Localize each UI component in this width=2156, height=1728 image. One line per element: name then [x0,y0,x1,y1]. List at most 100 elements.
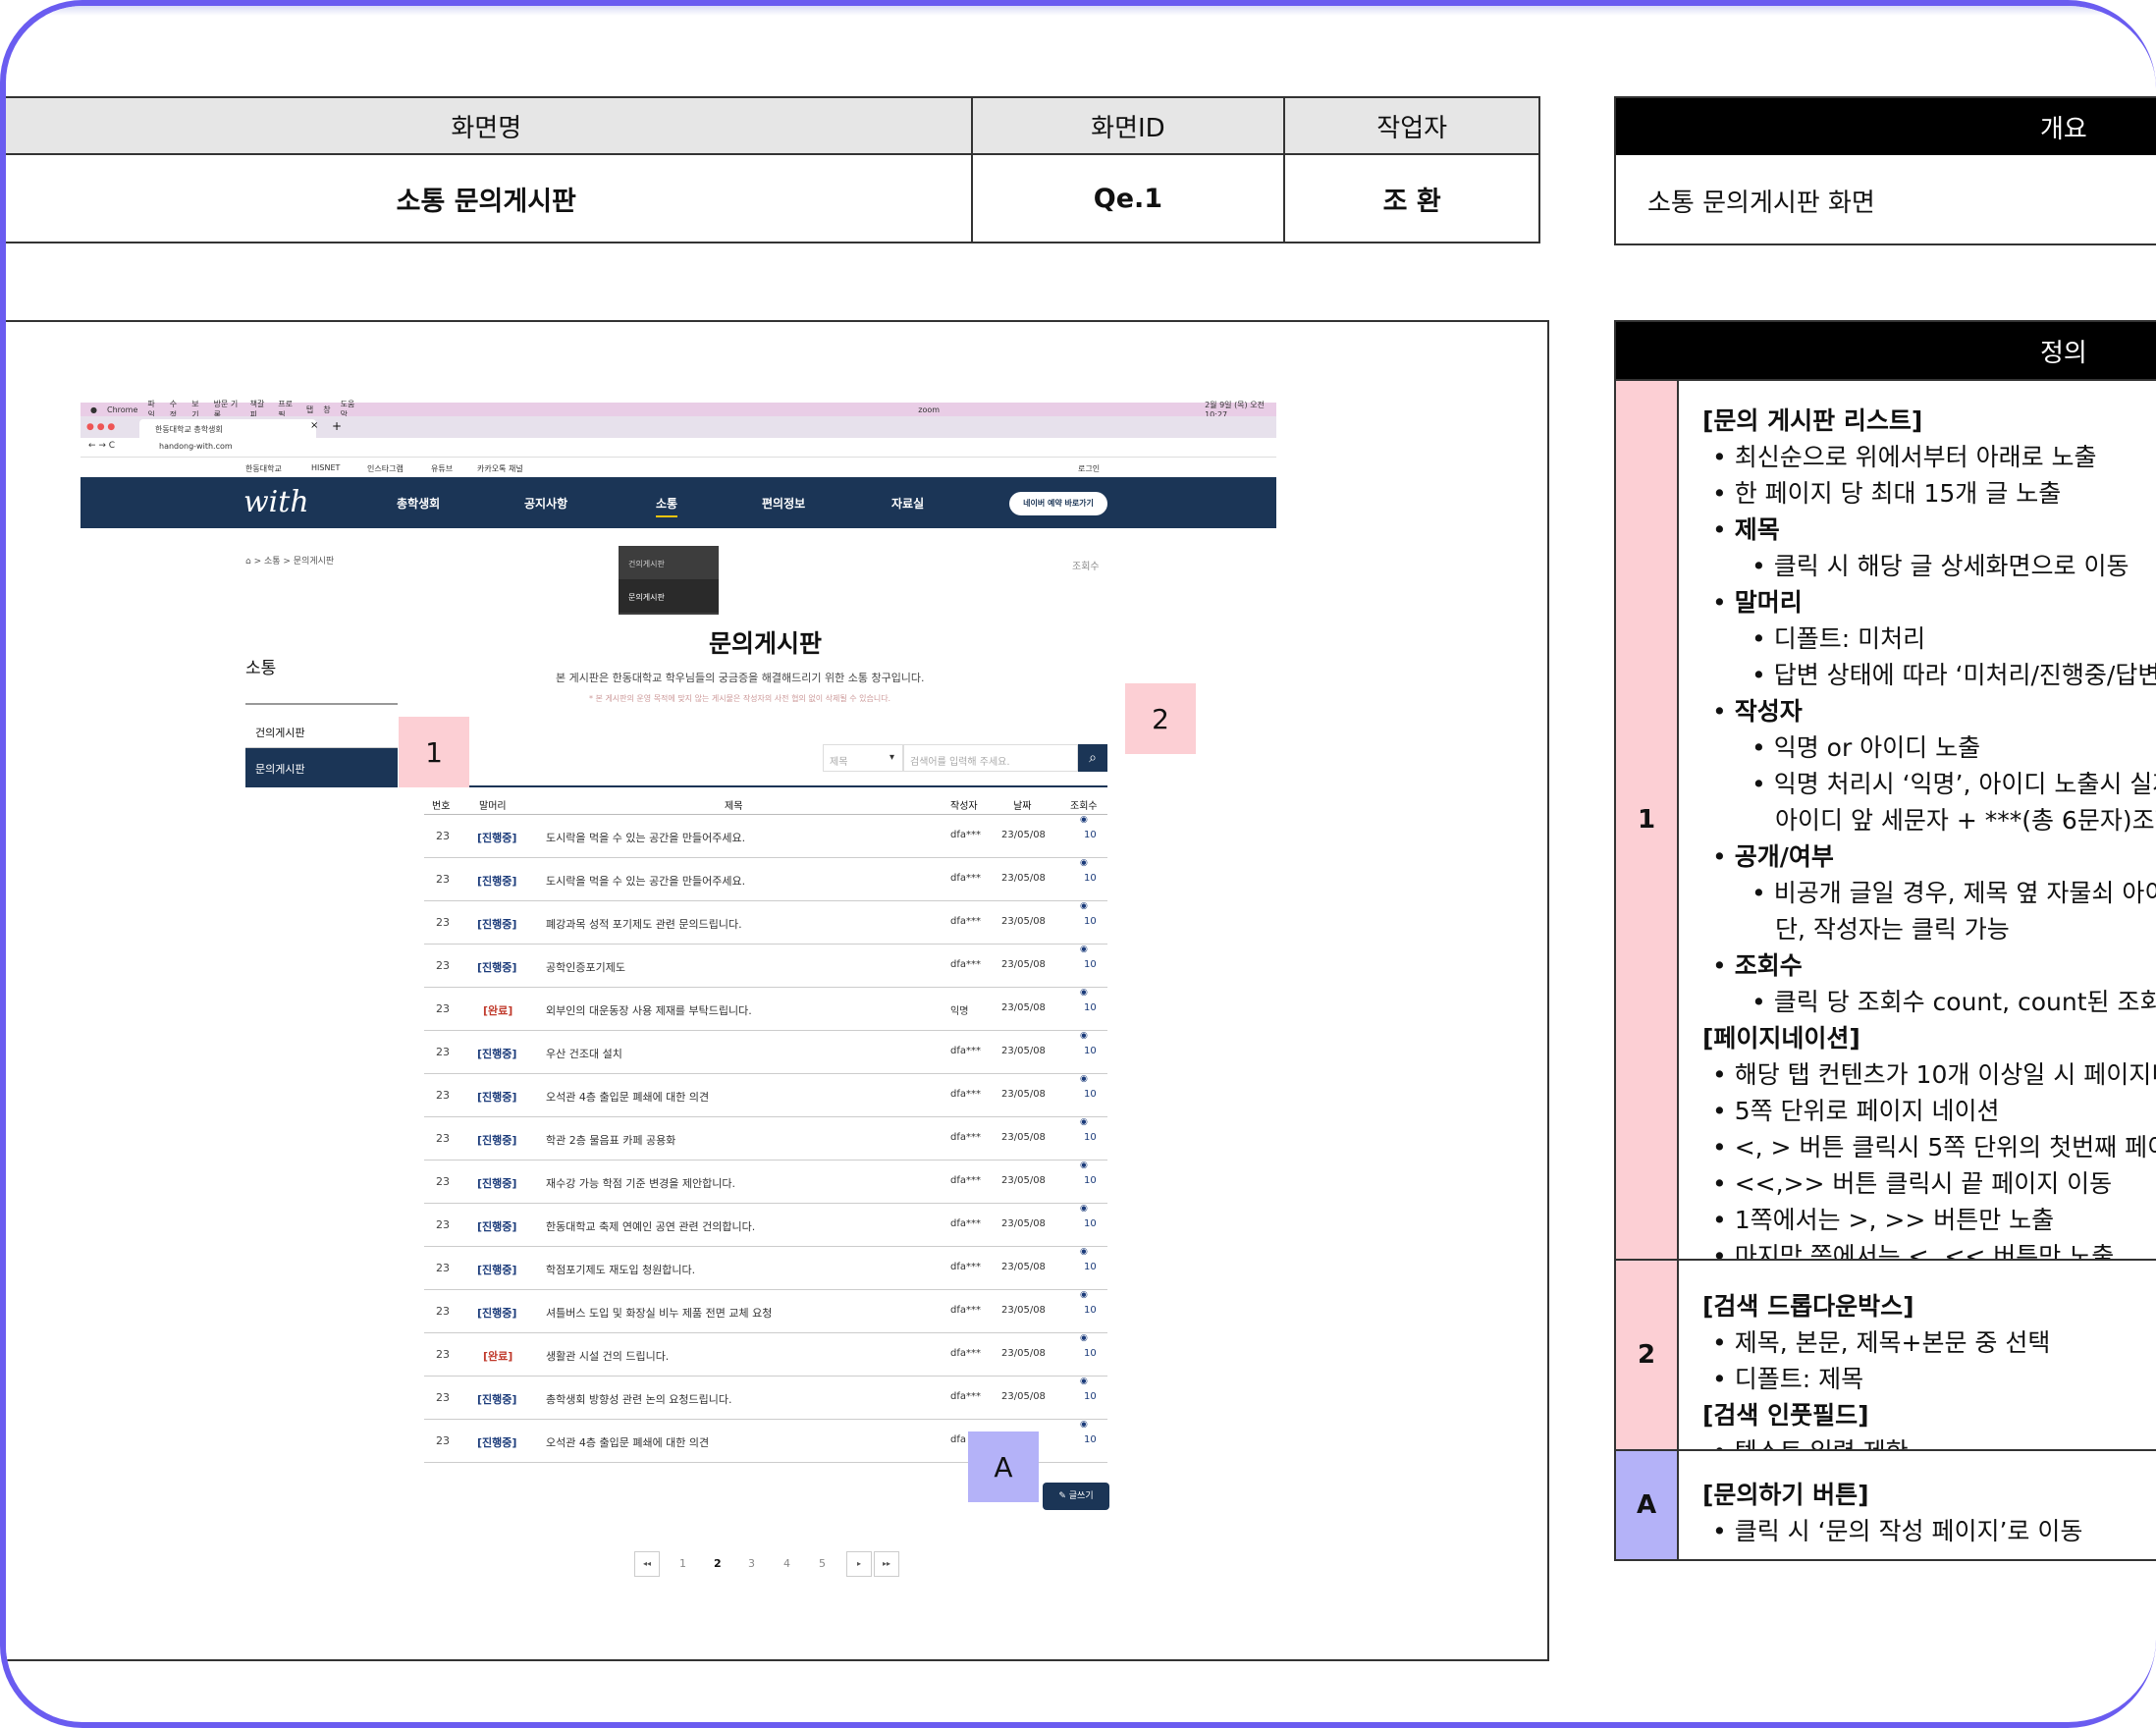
nav-item-3[interactable]: 편의정보 [762,495,805,512]
eye-icon: ◉ [1080,858,1088,868]
dropdown-item-1[interactable]: 문의게시판 [619,579,719,613]
table-row[interactable]: 23 [진행중] 셔틀버스 도입 및 화장실 비누 제품 전면 교체 요청 dfa**… [424,1290,1107,1333]
views-top-label: 조회수 [1072,562,1100,572]
nav-item-0[interactable]: 총학생회 [397,495,440,512]
definition-line: • 클릭 시 ‘문의 작성 페이지’로 이동 [1702,1513,2156,1549]
nav-item-2[interactable]: 소통 [656,495,678,517]
row-title[interactable]: 재수강 가능 학점 기준 변경을 제안합니다. [546,1175,735,1191]
definition-body: [문의하기 버튼] • 클릭 시 ‘문의 작성 페이지’로 이동 [1679,1451,2156,1559]
definition-line: • 5쪽 단위로 페이지 네이션 [1702,1093,2156,1129]
definition-text: 익명 처리시 ‘익명’, 아이디 노출시 실저 [1773,770,2156,798]
table-row[interactable]: 23 [진행중] 공학인증포기제도 dfa*** 23/05/08 10 ◉ [424,945,1107,988]
side-item-1[interactable]: 문의게시판 [245,748,398,787]
nav-item-4[interactable]: 자료실 [891,495,924,512]
row-title[interactable]: 공학인증포기제도 [546,959,625,975]
col-no: 번호 [432,801,451,812]
table-row[interactable]: 23 [진행중] 폐강과목 성적 포기제도 관련 문의드립니다. dfa*** 23/0… [424,901,1107,945]
row-title[interactable]: 도시락을 먹을 수 있는 공간을 만들어주세요. [546,873,745,889]
side-item-0[interactable]: 건의게시판 [245,713,398,748]
page-5[interactable]: 5 [819,1557,826,1570]
table-row[interactable]: 23 [완료] 외부인의 대운동장 사용 제재를 부탁드립니다. 익명 23/05/08… [424,988,1107,1031]
util-link-2[interactable]: 인스타그램 [367,463,404,474]
definition-section: [페이지네이션] [1702,1020,2156,1056]
definition-text: 클릭 시 ‘문의 작성 페이지’로 이동 [1734,1517,2083,1545]
address-bar[interactable]: ← → C handong-with.com [81,438,1276,458]
row-number: 23 [436,830,450,842]
row-views: 10 [1084,1305,1097,1316]
login-link[interactable]: 로그인 [1078,463,1100,474]
author-value: 조 환 [1283,153,1540,243]
page-1[interactable]: 1 [679,1557,686,1570]
table-row[interactable]: 23 [진행중] 총학생회 방향성 관련 논의 요청드립니다. dfa*** 23/05… [424,1377,1107,1420]
row-title[interactable]: 한동대학교 축제 연예인 공연 관련 건의합니다. [546,1218,755,1234]
row-tag: [진행중] [477,1264,517,1276]
row-title[interactable]: 학점포기제도 재도입 청원합니다. [546,1262,695,1277]
row-title[interactable]: 총학생회 방향성 관련 논의 요청드립니다. [546,1391,732,1407]
next-page-icon[interactable]: ▸ [846,1551,872,1577]
row-title[interactable]: 셔틀버스 도입 및 화장실 비누 제품 전면 교체 요청 [546,1305,772,1321]
search-select[interactable]: 제목 ▾ [823,744,903,772]
nav-item-1[interactable]: 공지사항 [524,495,567,512]
board-subtitle: 본 게시판은 한동대학교 학우님들의 궁금증을 해결해드리기 위한 소통 창구입… [556,672,925,684]
row-title[interactable]: 우산 건조대 설치 [546,1046,622,1061]
table-row[interactable]: 23 [완료] 생활관 시설 건의 드립니다. dfa*** 23/05/08 10 ◉ [424,1333,1107,1377]
row-title[interactable]: 오석관 4층 출입문 폐쇄에 대한 의견 [546,1089,709,1105]
row-tag: [완료] [483,1004,513,1017]
row-title[interactable]: 오석관 4층 출입문 폐쇄에 대한 의견 [546,1434,709,1450]
util-link-1[interactable]: HISNET [311,463,340,472]
util-link-3[interactable]: 유튜브 [431,463,453,474]
row-date: 23/05/08 [1001,959,1046,970]
row-views: 10 [1084,1089,1097,1100]
board-title: 문의게시판 [709,629,823,658]
table-row[interactable]: 23 [진행중] 학관 2층 물음표 카페 공용화 dfa*** 23/05/08 10 ◉ [424,1117,1107,1161]
first-page-icon[interactable]: ◂◂ [634,1551,660,1577]
window-controls-icon[interactable]: ● ● ● [86,422,115,432]
row-title[interactable]: 폐강과목 성적 포기제도 관련 문의드립니다. [546,916,742,932]
url-text[interactable]: handong-with.com [159,442,233,451]
table-row[interactable]: 23 [진행중] 우산 건조대 설치 dfa*** 23/05/08 10 ◉ [424,1031,1107,1074]
row-date: 23/05/08 [1001,1175,1046,1186]
browser-tab[interactable]: 한동대학교 총학생회 [139,419,316,438]
bullet-icon: • [1712,697,1735,726]
row-number: 23 [436,1262,450,1274]
last-page-icon[interactable]: ▸▸ [874,1551,899,1577]
row-number: 23 [436,1305,450,1318]
mock-browser-screenshot: ● Chrome 파일 수정 보기 방문 기록 책갈피 프로필 탭 창 도움말 … [81,400,1276,1577]
write-button[interactable]: ✎ 글쓰기 [1043,1483,1109,1510]
table-row[interactable]: 23 [진행중] 한동대학교 축제 연예인 공연 관련 건의합니다. dfa*** 23… [424,1204,1107,1247]
new-tab-icon[interactable]: + [332,419,342,433]
mac-menu-0: Chrome [106,405,138,414]
definition-key: A [1616,1451,1679,1559]
search-button[interactable]: ⌕ [1078,744,1107,772]
back-forward-icon[interactable]: ← → C [88,441,115,451]
page-4[interactable]: 4 [783,1557,790,1570]
row-title[interactable]: 생활관 시설 건의 드립니다. [546,1348,669,1364]
table-row[interactable]: 23 [진행중] 재수강 가능 학점 기준 변경을 제안합니다. dfa*** 23/0… [424,1161,1107,1204]
table-row[interactable]: 23 [진행중] 도시락을 먹을 수 있는 공간을 만들어주세요. dfa*** 23/… [424,858,1107,901]
row-views: 10 [1084,1218,1097,1229]
page-3[interactable]: 3 [748,1557,755,1570]
site-logo[interactable]: with [243,485,309,519]
table-row[interactable]: 23 [진행중] 오석관 4층 출입문 폐쇄에 대한 의견 dfa*** 23/05/0… [424,1074,1107,1117]
search-input[interactable]: 검색어를 입력해 주세요. [903,744,1078,772]
table-row[interactable]: 23 [진행중] 도시락을 먹을 수 있는 공간을 만들어주세요. dfa*** 23/… [424,815,1107,858]
row-title[interactable]: 도시락을 먹을 수 있는 공간을 만들어주세요. [546,830,745,845]
naver-reserve-button[interactable]: 네이버 예약 바로가기 [1009,492,1107,515]
definition-text: 한 페이지 당 최대 15개 글 노출 [1734,479,2062,508]
definition-line: • 작성자 [1702,693,2156,729]
util-link-0[interactable]: 한동대학교 [245,463,282,474]
row-title[interactable]: 학관 2층 물음표 카페 공용화 [546,1132,675,1148]
row-tag: [진행중] [477,961,517,974]
tab-close-icon[interactable]: × [310,420,318,431]
definition-text: [검색 인풋필드] [1702,1401,1869,1430]
dropdown-item-0[interactable]: 건의게시판 [619,546,719,579]
page-2[interactable]: 2 [714,1557,722,1570]
row-title[interactable]: 외부인의 대운동장 사용 제재를 부탁드립니다. [546,1002,752,1018]
overview-box: 개요 소통 문의게시판 화면 [1614,96,2156,245]
bullet-icon: • [1712,1097,1735,1125]
row-author: dfa*** [950,1391,981,1402]
util-link-4[interactable]: 카카오톡 채널 [477,463,523,474]
table-row[interactable]: 23 [진행중] 학점포기제도 재도입 청원합니다. dfa*** 23/05/08 10… [424,1247,1107,1290]
row-number: 23 [436,1434,450,1447]
definition-line: • 제목, 본문, 제목+본문 중 선택 [1702,1324,2156,1361]
